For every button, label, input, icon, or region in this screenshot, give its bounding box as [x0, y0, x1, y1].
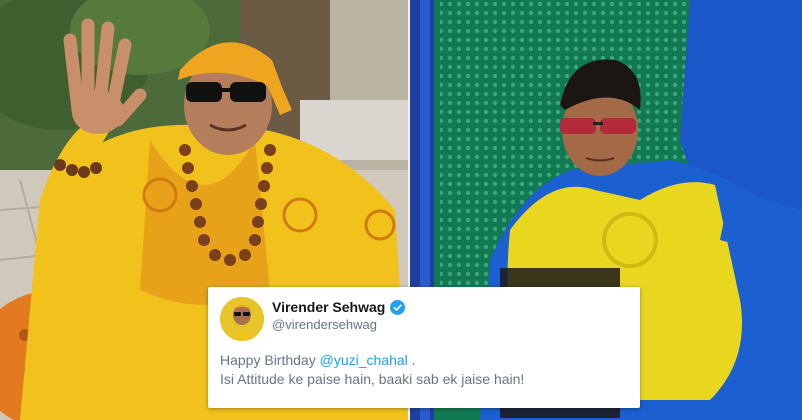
- author-row: Virender Sehwag: [272, 299, 406, 315]
- author-name[interactable]: Virender Sehwag: [272, 299, 385, 315]
- collage: Virender Sehwag @virendersehwag Happy Bi…: [0, 0, 802, 420]
- author-avatar[interactable]: [220, 297, 264, 341]
- mention-link[interactable]: @yuzi_chahal: [320, 352, 408, 368]
- tweet-line-1: Happy Birthday @yuzi_chahal .: [220, 351, 630, 370]
- verified-badge-icon: [390, 299, 406, 315]
- tweet-card: Virender Sehwag @virendersehwag Happy Bi…: [208, 287, 640, 408]
- tweet-text-prefix: Happy Birthday: [220, 352, 320, 368]
- tweet-line-2: Isi Attitude ke paise hain, baaki sab ek…: [220, 371, 525, 387]
- author-handle[interactable]: @virendersehwag: [272, 317, 377, 332]
- tweet-text-suffix: .: [407, 352, 416, 368]
- tweet-body: Happy Birthday @yuzi_chahal . Isi Attitu…: [220, 351, 630, 389]
